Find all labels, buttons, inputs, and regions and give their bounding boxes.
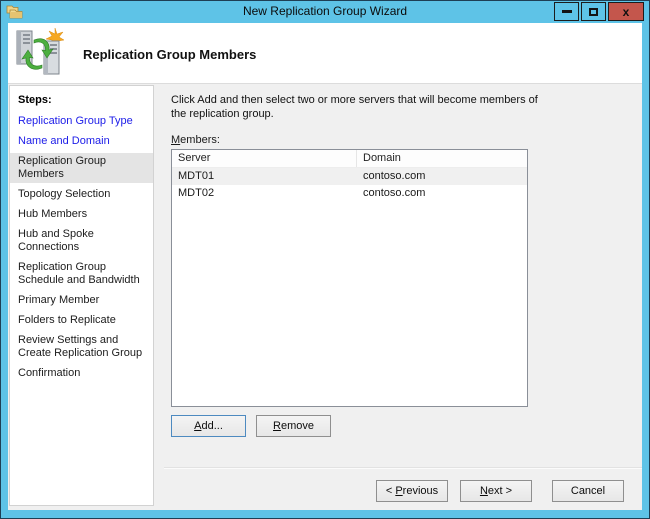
members-list-header: Server Domain <box>172 150 527 168</box>
navigation-buttons: < Previous Next > Cancel <box>376 480 624 502</box>
minimize-button[interactable] <box>554 2 579 21</box>
wizard-header: Replication Group Members <box>8 23 642 83</box>
sidebar-item-name-and-domain[interactable]: Name and Domain <box>10 135 153 148</box>
previous-button[interactable]: < Previous <box>376 480 448 502</box>
replication-servers-icon <box>14 27 65 78</box>
sidebar-item-hub-members: Hub Members <box>18 208 88 220</box>
page-title: Replication Group Members <box>83 47 257 62</box>
table-row[interactable]: MDT01 contoso.com <box>172 168 527 185</box>
sidebar-item-review-settings: Review Settings and Create Replication G… <box>18 334 143 359</box>
column-header-domain[interactable]: Domain <box>357 150 527 167</box>
sidebar-item-folders-to-replicate: Folders to Replicate <box>18 314 116 326</box>
members-label: Members: <box>171 134 220 146</box>
table-row[interactable]: MDT02 contoso.com <box>172 185 527 202</box>
cell-server: MDT02 <box>178 187 215 199</box>
sidebar-item-replication-group-type[interactable]: Replication Group Type <box>10 115 153 128</box>
sidebar-item-replication-group-members[interactable]: Replication Group Members <box>10 153 153 183</box>
sidebar-item-primary-member: Primary Member <box>18 294 100 306</box>
cell-server: MDT01 <box>178 170 215 182</box>
column-header-server[interactable]: Server <box>172 150 357 167</box>
window-controls: x <box>552 2 644 21</box>
minimize-icon <box>561 10 572 13</box>
sidebar-item-hub-and-spoke-connections: Hub and Spoke Connections <box>18 228 94 253</box>
steps-heading: Steps: <box>18 94 52 106</box>
main-content: Click Add and then select two or more se… <box>164 84 642 510</box>
cell-domain: contoso.com <box>363 170 426 182</box>
add-button[interactable]: Add... <box>171 415 246 437</box>
maximize-button[interactable] <box>581 2 606 21</box>
title-bar[interactable]: New Replication Group Wizard x <box>1 1 649 23</box>
wizard-body: Steps: Replication Group Type Name and D… <box>8 83 642 510</box>
remove-button[interactable]: Remove <box>256 415 331 437</box>
steps-sidebar: Steps: Replication Group Type Name and D… <box>9 85 154 506</box>
next-button[interactable]: Next > <box>460 480 532 502</box>
sidebar-item-schedule-and-bandwidth: Replication Group Schedule and Bandwidth <box>18 261 140 286</box>
list-action-buttons: Add... Remove <box>171 415 642 437</box>
sidebar-item-topology-selection: Topology Selection <box>18 188 111 200</box>
close-button[interactable]: x <box>608 2 644 21</box>
close-icon: x <box>622 4 630 19</box>
cancel-button[interactable]: Cancel <box>552 480 624 502</box>
sidebar-item-confirmation: Confirmation <box>18 367 81 379</box>
wizard-window: New Replication Group Wizard x Replicati… <box>0 0 650 519</box>
members-list[interactable]: Server Domain MDT01 contoso.com MDT02 co… <box>171 149 528 407</box>
wizard-footer: < Previous Next > Cancel <box>164 467 642 510</box>
cell-domain: contoso.com <box>363 187 426 199</box>
page-description: Click Add and then select two or more se… <box>171 94 538 120</box>
maximize-icon <box>589 7 598 16</box>
